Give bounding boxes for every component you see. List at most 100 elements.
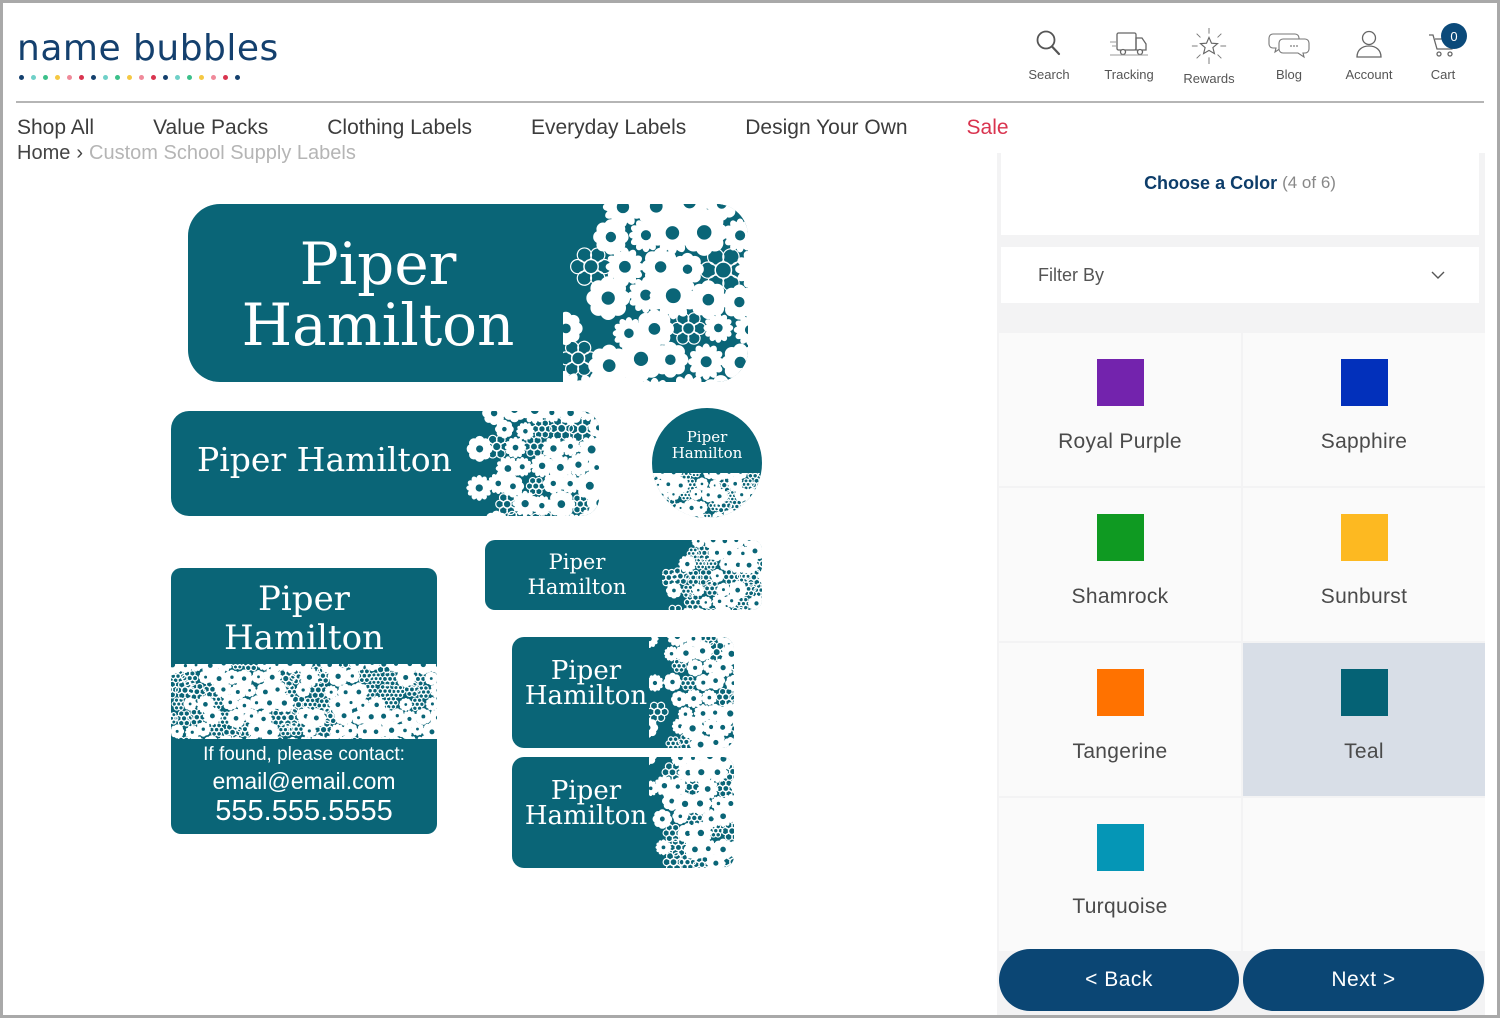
breadcrumb-home[interactable]: Home [17,145,70,164]
color-option-sunburst[interactable]: Sunburst [1243,488,1485,641]
color-swatch [1340,359,1388,406]
flower-shape [278,722,293,737]
logo-dot [19,75,24,80]
flower-shape [695,477,709,491]
label-medium-2-first-name: Piper [550,776,622,806]
header-blog[interactable]: Blog [1249,27,1329,86]
breadcrumb-current: Custom School Supply Labels [89,145,356,164]
color-option-royal-purple[interactable]: Royal Purple [999,333,1241,486]
flower-shape [686,659,704,677]
header-utility-nav: Search Tracking Rewards Blog Account 0 C… [1009,23,1477,86]
nav-everyday-labels[interactable]: Everyday Labels [531,116,686,140]
nav-design-your-own[interactable]: Design Your Own [745,116,907,140]
logo-dot [31,75,36,80]
flower-shape [689,473,702,478]
color-option-shamrock[interactable]: Shamrock [999,488,1241,641]
flower-shape [285,736,300,739]
flower-shape [415,708,432,725]
floral-pattern [649,757,734,868]
flower-shape [222,694,239,711]
truck-icon [1110,32,1148,56]
label-contact-first-name: Piper [258,579,350,619]
logo-dot [187,75,192,80]
logo-dot [127,75,132,80]
header-tracking[interactable]: Tracking [1089,27,1169,86]
header-search[interactable]: Search [1009,27,1089,86]
flower-shape [663,672,682,692]
flower-shape [685,569,702,585]
logo-dot [139,75,144,80]
label-medium-1-last-name: Hamilton [524,680,648,711]
logo[interactable]: name bubbles [17,31,279,80]
logo-dot [43,75,48,80]
flower-shape [504,436,527,459]
label-medium-1-first-name: Piper [550,656,622,686]
user-icon [1356,30,1382,58]
logo-dot [55,75,60,80]
filter-dropdown[interactable]: Filter By [1001,247,1479,303]
header-rewards[interactable]: Rewards [1169,27,1249,86]
color-option-turquoise[interactable]: Turquoise [999,798,1241,951]
flower-shape [723,218,748,253]
search-icon [1036,30,1061,56]
nav-shop-all[interactable]: Shop All [17,116,94,140]
flower-shape [689,487,703,501]
floral-pattern [649,637,734,748]
logo-dot [79,75,84,80]
flower-shape [733,314,748,346]
logo-dot [163,75,168,80]
color-option-sapphire[interactable]: Sapphire [1243,333,1485,486]
logo-dot [151,75,156,80]
logo-dot [175,75,180,80]
header-tracking-label: Tracking [1104,67,1154,82]
flower-shape [672,808,689,825]
color-option-tangerine[interactable]: Tangerine [999,643,1241,796]
color-swatch [1096,669,1144,716]
header-account[interactable]: Account [1329,27,1409,86]
flower-shape [295,682,311,698]
flower-shape [710,568,725,583]
flower-shape [189,664,203,672]
nav-clothing-labels[interactable]: Clothing Labels [327,116,472,140]
floral-pattern [662,540,762,610]
header-account-label: Account [1345,67,1393,82]
flower-shape [586,276,631,320]
flower-shape [171,680,180,699]
flower-shape [687,343,725,380]
label-contact-line: If found, please contact: [203,744,405,765]
filter-label: Filter By [1038,264,1105,285]
cart-count-badge: 0 [1441,23,1467,49]
label-small: Piper Hamilton [485,540,762,610]
flower-shape [204,735,218,739]
nav-sale[interactable]: Sale [967,116,1009,140]
flower-shape [680,675,696,691]
nav-value-packs[interactable]: Value Packs [153,116,268,140]
flower-shape [466,475,493,501]
flower-shape [208,722,225,737]
color-swatch [1340,669,1388,716]
floral-pattern [652,473,762,518]
logo-dot [223,75,228,80]
flower-shape [308,680,329,699]
label-long: Piper Hamilton [171,411,599,516]
flower-shape [171,712,179,725]
color-name: Turquoise [1072,895,1168,918]
color-name: Teal [1344,740,1384,763]
flower-shape [722,737,734,748]
page: name bubbles Search Tracking Rewards Blo… [3,3,1497,1015]
label-small-last-name: Hamilton [527,575,627,600]
flower-shape [649,637,659,649]
flower-shape [369,672,383,685]
color-option-teal[interactable]: Teal [1243,643,1485,796]
header-cart[interactable]: 0 Cart [1409,23,1477,86]
flower-shape [671,658,687,673]
logo-text[interactable]: name bubbles [17,31,279,67]
label-medium-1: Piper Hamilton [512,637,734,748]
flower-shape [403,681,421,697]
breadcrumb-separator: › [76,145,84,164]
back-button[interactable]: < Back [999,949,1239,1011]
panel-title: Choose a Color [1144,173,1278,193]
next-button[interactable]: Next > [1243,949,1484,1011]
flower-shape [334,705,355,726]
label-medium-2-last-name: Hamilton [524,800,648,831]
